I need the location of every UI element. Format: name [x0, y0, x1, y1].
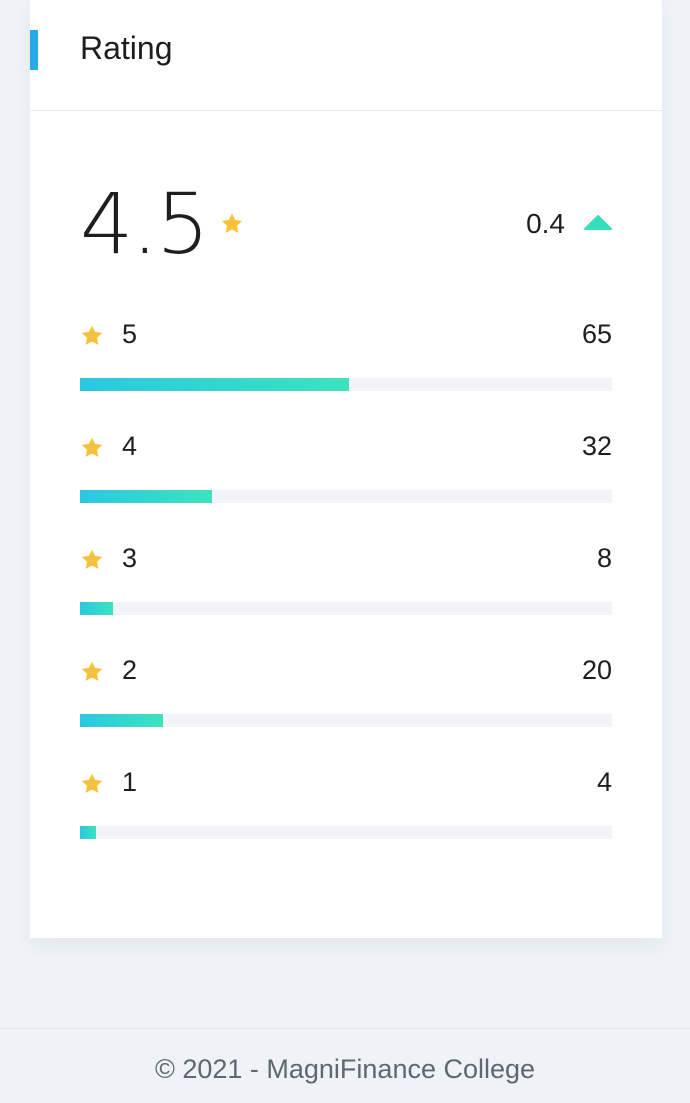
star-icon [80, 772, 104, 796]
rating-card: Rating 4.5 0.4 5 65 4 32 3 8 2 20 1 4 [30, 0, 662, 938]
star-icon [80, 660, 104, 684]
star-icon [80, 548, 104, 572]
rating-row-3-stars: 3 8 [80, 538, 612, 650]
rating-row-label: 5 [122, 319, 138, 349]
rating-bar-track [80, 826, 612, 839]
rating-row-1-star: 1 4 [80, 762, 612, 874]
rating-breakdown: 5 65 4 32 3 8 2 20 1 4 [80, 314, 612, 874]
rating-row-count: 32 [581, 431, 612, 461]
rating-row-count: 65 [581, 319, 612, 349]
rating-row-label: 1 [122, 767, 138, 797]
rating-bar-track [80, 714, 612, 727]
title-accent-bar [30, 30, 38, 70]
average-rating-value: 4.5 [80, 175, 210, 273]
star-icon [80, 324, 104, 348]
card-header: Rating [30, 0, 662, 111]
triangle-up-icon [584, 215, 612, 231]
rating-row-5-stars: 5 65 [80, 314, 612, 426]
rating-bar-track [80, 490, 612, 503]
rating-row-2-stars: 2 20 [80, 650, 612, 762]
rating-summary: 4.5 0.4 [80, 172, 612, 282]
rating-row-count: 4 [596, 767, 612, 797]
star-icon [80, 436, 104, 460]
copyright-text: © 2021 - MagniFinance College [154, 1054, 536, 1084]
rating-bar-fill [80, 714, 163, 727]
rating-row-label: 2 [122, 655, 138, 685]
rating-trend-value: 0.4 [526, 208, 565, 239]
rating-row-label: 4 [122, 431, 138, 461]
card-title: Rating [80, 30, 173, 66]
rating-row-4-stars: 4 32 [80, 426, 612, 538]
rating-bar-fill [80, 490, 213, 503]
rating-bar-track [80, 602, 612, 615]
rating-row-label: 3 [122, 543, 138, 573]
page-footer: © 2021 - MagniFinance College [0, 1028, 690, 1103]
rating-bar-fill [80, 826, 97, 839]
star-icon [220, 212, 244, 236]
rating-row-count: 8 [596, 543, 612, 573]
rating-bar-fill [80, 378, 349, 391]
rating-bar-track [80, 378, 612, 391]
rating-bar-fill [80, 602, 113, 615]
rating-row-count: 20 [581, 655, 612, 685]
